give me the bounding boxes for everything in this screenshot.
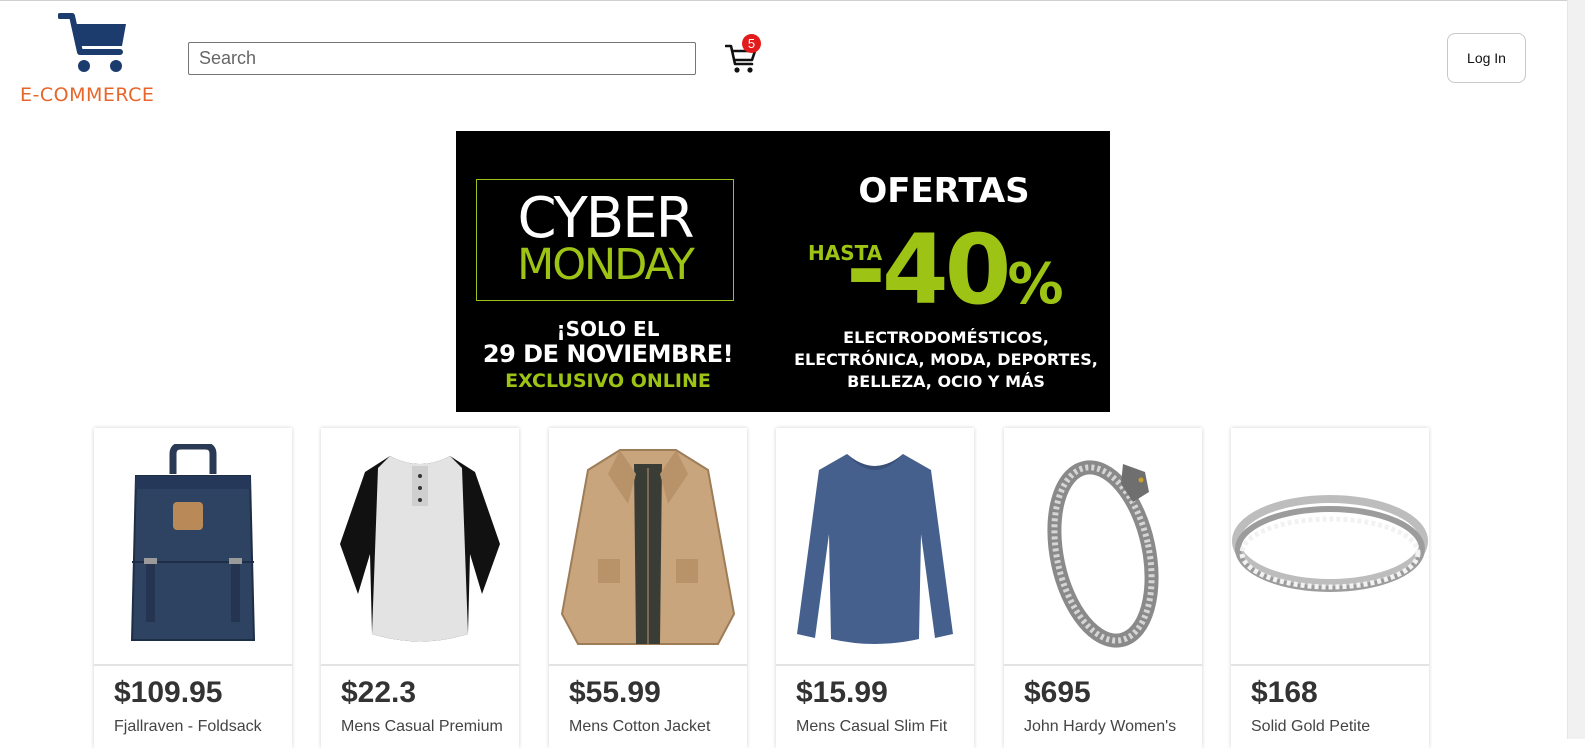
banner-discount: -40%: [846, 215, 1064, 340]
logo[interactable]: E-COMMERCE: [20, 12, 170, 107]
product-image: [94, 428, 292, 664]
banner-exclusive-text: EXCLUSIVO ONLINE: [505, 370, 711, 392]
product-card[interactable]: $55.99 Mens Cotton Jacket: [549, 428, 747, 748]
card-divider: [1004, 664, 1202, 666]
product-card[interactable]: $695 John Hardy Women's: [1004, 428, 1202, 748]
backpack-image-icon: [130, 443, 256, 641]
card-divider: [776, 664, 974, 666]
product-title: Solid Gold Petite: [1251, 718, 1371, 735]
banner-monday-text: MONDAY: [517, 240, 695, 290]
product-title: Fjallraven - Foldsack: [114, 718, 262, 735]
product-title: John Hardy Women's: [1024, 718, 1177, 735]
product-price: $55.99: [569, 676, 661, 709]
card-divider: [549, 664, 747, 666]
product-price: $109.95: [114, 676, 223, 709]
product-title: Mens Casual Premium: [341, 718, 503, 735]
product-price: $168: [1251, 676, 1318, 709]
cart-count-badge: 5: [742, 34, 761, 53]
search-input[interactable]: [188, 42, 696, 75]
promo-banner[interactable]: CYBER MONDAY ¡SOLO EL 29 DE NOVIEMBRE! E…: [456, 131, 1110, 412]
logo-text: E-COMMERCE: [20, 84, 155, 106]
banner-ofertas-heading: OFERTAS: [858, 171, 1030, 211]
login-button[interactable]: Log In: [1447, 33, 1526, 83]
product-card[interactable]: $168 Solid Gold Petite: [1231, 428, 1429, 748]
banner-category-line: ELECTRÓNICA, MODA, DEPORTES,: [794, 350, 1098, 369]
product-card[interactable]: $15.99 Mens Casual Slim Fit: [776, 428, 974, 748]
product-card[interactable]: $22.3 Mens Casual Premium: [321, 428, 519, 748]
banner-date-text: 29 DE NOVIEMBRE!: [482, 340, 734, 368]
product-title: Mens Cotton Jacket: [569, 718, 711, 735]
banner-category-line: BELLEZA, OCIO Y MÁS: [847, 372, 1045, 391]
dragon-bracelet-image-icon: [1047, 459, 1159, 648]
product-image: [1004, 428, 1202, 664]
long-sleeve-shirt-image-icon: [797, 453, 953, 644]
product-card[interactable]: $109.95 Fjallraven - Foldsack: [94, 428, 292, 748]
cyber-monday-box: CYBER MONDAY: [476, 179, 734, 301]
banner-discount-value: -40: [846, 214, 1011, 326]
product-price: $695: [1024, 676, 1091, 709]
ring-image-icon: [1232, 495, 1428, 592]
card-divider: [321, 664, 519, 666]
product-price: $15.99: [796, 676, 888, 709]
product-title: Mens Casual Slim Fit: [796, 718, 948, 735]
cotton-jacket-image-icon: [560, 448, 736, 645]
product-image: [776, 428, 974, 664]
product-image: [1231, 428, 1429, 664]
top-border: [0, 0, 1568, 1]
product-image: [321, 428, 519, 664]
raglan-shirt-image-icon: [340, 455, 500, 641]
card-divider: [94, 664, 292, 666]
product-image: [549, 428, 747, 664]
shopping-cart-logo-icon: [58, 13, 126, 72]
banner-solo-text: ¡SOLO EL: [556, 317, 660, 341]
banner-categories: ELECTRODOMÉSTICOS, ELECTRÓNICA, MODA, DE…: [782, 327, 1110, 393]
banner-percent-sign: %: [1007, 252, 1064, 317]
product-price: $22.3: [341, 676, 417, 709]
card-divider: [1231, 664, 1429, 666]
vertical-scrollbar[interactable]: [1567, 0, 1585, 739]
banner-category-line: ELECTRODOMÉSTICOS,: [843, 328, 1049, 347]
